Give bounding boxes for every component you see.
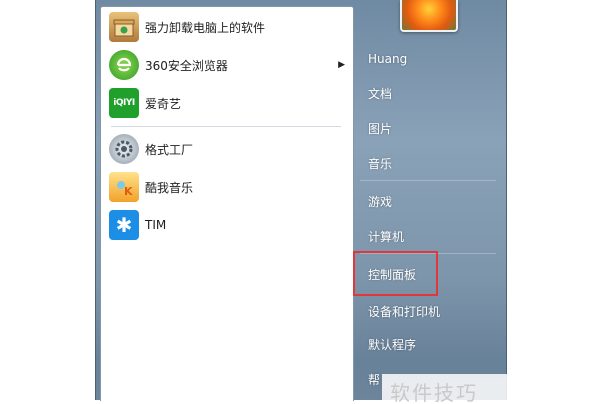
kuwo-music-icon: K [109, 172, 139, 202]
control-panel-highlight [353, 251, 438, 296]
right-item-label: 默认程序 [368, 337, 417, 352]
right-item-label: 音乐 [368, 156, 393, 171]
program-label: 360安全浏览器 [145, 58, 228, 73]
program-label: 爱奇艺 [145, 96, 182, 111]
program-label: 酷我音乐 [145, 180, 194, 195]
right-item-label: 游戏 [368, 194, 393, 209]
program-label: 强力卸载电脑上的软件 [145, 20, 266, 35]
program-item-iqiyi[interactable]: iQIYI 爱奇艺 [101, 85, 353, 121]
program-item-360-browser[interactable]: 360安全浏览器 ▶ [101, 47, 353, 83]
right-item-label: 计算机 [368, 229, 405, 244]
right-item-games[interactable]: 游戏 [358, 188, 498, 214]
right-item-label: 文档 [368, 86, 393, 101]
360-browser-icon [109, 50, 139, 80]
right-item-label: 帮 [368, 372, 381, 387]
right-item-devices-printers[interactable]: 设备和打印机 [358, 298, 498, 324]
uninstall-box-icon [109, 12, 139, 42]
right-item-label: 图片 [368, 121, 393, 136]
right-item-computer[interactable]: 计算机 [358, 223, 498, 249]
right-item-default-programs[interactable]: 默认程序 [358, 331, 498, 357]
iqiyi-icon: iQIYI [109, 88, 139, 118]
start-menu: 强力卸载电脑上的软件 360安全浏览器 ▶ iQIYI 爱奇艺 格式工厂 K 酷… [95, 0, 507, 401]
program-item-kuwo-music[interactable]: K 酷我音乐 [101, 169, 353, 205]
submenu-arrow-icon[interactable]: ▶ [338, 60, 345, 70]
program-label: 格式工厂 [145, 142, 194, 157]
program-separator [111, 126, 341, 127]
svg-text:K: K [124, 185, 133, 198]
right-item-label: 设备和打印机 [368, 304, 441, 319]
user-name: Huang [368, 52, 408, 66]
program-label: TIM [145, 218, 167, 232]
right-item-pictures[interactable]: 图片 [358, 115, 498, 141]
right-item-music[interactable]: 音乐 [358, 150, 498, 176]
right-separator [360, 180, 496, 181]
program-item-uninstaller[interactable]: 强力卸载电脑上的软件 [101, 9, 353, 45]
user-name-link[interactable]: Huang [358, 46, 498, 72]
program-item-format-factory[interactable]: 格式工厂 [101, 131, 353, 167]
flower-avatar-icon[interactable] [400, 0, 458, 32]
tim-icon: ✱ [109, 210, 139, 240]
right-item-documents[interactable]: 文档 [358, 80, 498, 106]
format-factory-icon [109, 134, 139, 164]
programs-panel: 强力卸载电脑上的软件 360安全浏览器 ▶ iQIYI 爱奇艺 格式工厂 K 酷… [100, 6, 354, 401]
program-item-tim[interactable]: ✱ TIM [101, 207, 353, 243]
